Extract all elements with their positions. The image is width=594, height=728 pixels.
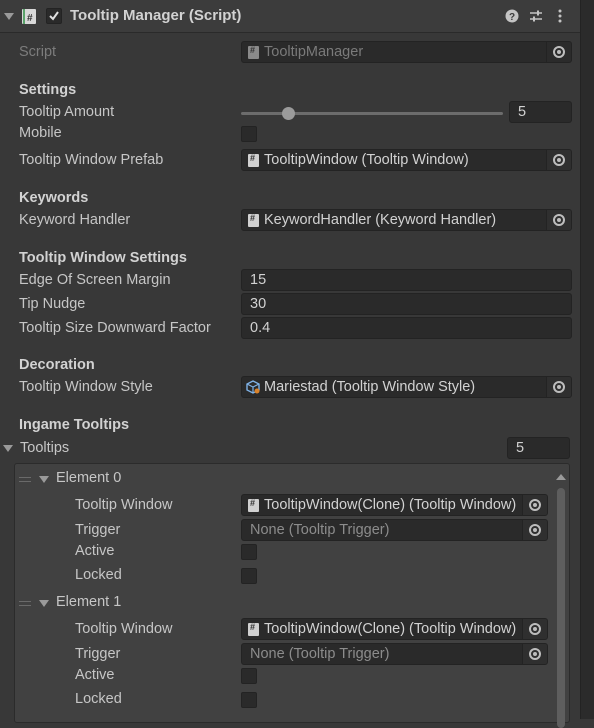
svg-text:?: ? [509, 12, 515, 23]
element-1-active-checkbox[interactable] [241, 668, 257, 684]
object-picker-icon [546, 42, 571, 62]
list-scrollbar[interactable] [554, 470, 568, 728]
size-factor-input[interactable]: 0.4 [241, 317, 572, 339]
element-1-trigger-field[interactable]: None (Tooltip Trigger) [241, 643, 548, 665]
element-0-trigger-field[interactable]: None (Tooltip Trigger) [241, 519, 548, 541]
script-file-icon [248, 45, 259, 59]
element-1-label[interactable]: Element 1 [56, 594, 121, 610]
element-0-locked-checkbox[interactable] [241, 568, 257, 584]
foldout-arrow-icon[interactable] [4, 13, 14, 20]
tip-nudge-input[interactable]: 30 [241, 293, 572, 315]
element-0-window-field[interactable]: TooltipWindow(Clone) (Tooltip Window) [241, 494, 548, 516]
size-factor-label: Tooltip Size Downward Factor [19, 320, 211, 336]
decoration-header: Decoration [19, 357, 95, 373]
window-style-label: Tooltip Window Style [19, 379, 153, 395]
prefab-label: Tooltip Window Prefab [19, 152, 164, 168]
prefab-field[interactable]: TooltipWindow (Tooltip Window) [241, 149, 572, 171]
size-factor-value: 0.4 [250, 320, 271, 336]
tooltip-amount-label: Tooltip Amount [19, 104, 115, 120]
script-file-icon [248, 213, 259, 227]
help-icon[interactable]: ? [505, 9, 519, 23]
element-0-window-label: Tooltip Window [75, 497, 173, 513]
object-picker-icon[interactable] [522, 644, 547, 664]
script-file-icon [248, 498, 259, 512]
tooltip-amount-input[interactable]: 5 [509, 101, 572, 123]
window-style-value: Mariestad (Tooltip Window Style) [264, 379, 476, 395]
script-field: TooltipManager [241, 41, 572, 63]
keyword-handler-field[interactable]: KeywordHandler (Keyword Handler) [241, 209, 572, 231]
element-1-window-value: TooltipWindow(Clone) (Tooltip Window) [264, 621, 517, 637]
element-1-trigger-label: Trigger [75, 646, 121, 662]
element-0-active-checkbox[interactable] [241, 544, 257, 560]
script-file-icon [248, 622, 259, 636]
tooltip-amount-value: 5 [518, 104, 527, 120]
settings-header: Settings [19, 82, 77, 98]
scriptable-object-icon [246, 380, 260, 394]
component-header: # Tooltip Manager (Script) ? [0, 0, 580, 33]
object-picker-icon[interactable] [546, 150, 571, 170]
window-settings-header: Tooltip Window Settings [19, 250, 187, 266]
tip-nudge-value: 30 [250, 296, 267, 312]
element-1-locked-label: Locked [75, 691, 122, 707]
element-0-locked-label: Locked [75, 567, 122, 583]
element-1-trigger-value: None (Tooltip Trigger) [250, 646, 390, 662]
component-enabled-checkbox[interactable] [46, 8, 62, 24]
list-scrollbar-thumb[interactable] [557, 488, 565, 728]
window-style-field[interactable]: Mariestad (Tooltip Window Style) [241, 376, 572, 398]
element-foldout-icon[interactable] [39, 476, 49, 483]
tip-nudge-label: Tip Nudge [19, 296, 86, 312]
object-picker-icon[interactable] [522, 520, 547, 540]
element-1-window-label: Tooltip Window [75, 621, 173, 637]
mobile-label: Mobile [19, 125, 62, 141]
checkmark-icon [49, 11, 59, 21]
object-picker-icon[interactable] [546, 377, 571, 397]
tooltips-list-label[interactable]: Tooltips [20, 440, 69, 456]
drag-handle-icon[interactable] [19, 601, 31, 606]
script-icon: # [22, 9, 36, 24]
element-0-active-label: Active [75, 543, 115, 559]
element-0-window-value: TooltipWindow(Clone) (Tooltip Window) [264, 497, 517, 513]
keyword-handler-label: Keyword Handler [19, 212, 131, 228]
drag-handle-icon[interactable] [19, 477, 31, 482]
object-picker-icon[interactable] [522, 619, 547, 639]
edge-margin-input[interactable]: 15 [241, 269, 572, 291]
edge-margin-value: 15 [250, 272, 267, 288]
tooltips-count-input[interactable]: 5 [507, 437, 570, 459]
presets-icon[interactable] [529, 9, 543, 23]
element-1-locked-checkbox[interactable] [241, 692, 257, 708]
script-value: TooltipManager [264, 44, 364, 60]
mobile-checkbox[interactable] [241, 126, 257, 142]
prefab-value: TooltipWindow (Tooltip Window) [264, 152, 469, 168]
svg-text:#: # [27, 13, 33, 24]
component-title: Tooltip Manager (Script) [70, 7, 242, 24]
element-1-window-field[interactable]: TooltipWindow(Clone) (Tooltip Window) [241, 618, 548, 640]
keyword-handler-value: KeywordHandler (Keyword Handler) [264, 212, 497, 228]
object-picker-icon[interactable] [546, 210, 571, 230]
tooltips-foldout-icon[interactable] [3, 445, 13, 452]
inspector-panel: # Tooltip Manager (Script) ? Script Tool… [0, 0, 580, 728]
element-0-label[interactable]: Element 0 [56, 470, 121, 486]
scroll-up-arrow-icon[interactable] [556, 474, 566, 480]
tooltip-amount-slider-thumb[interactable] [282, 107, 296, 120]
element-1-active-label: Active [75, 667, 115, 683]
tooltips-count-value: 5 [516, 440, 525, 456]
element-0-trigger-label: Trigger [75, 522, 121, 538]
inspector-scrollbar[interactable] [580, 0, 594, 719]
script-file-icon [248, 153, 259, 167]
ingame-header: Ingame Tooltips [19, 417, 130, 433]
object-picker-icon[interactable] [522, 495, 547, 515]
script-label: Script [19, 44, 57, 60]
tooltip-amount-slider-track[interactable] [241, 112, 503, 115]
element-0-trigger-value: None (Tooltip Trigger) [250, 522, 390, 538]
kebab-menu-icon[interactable] [556, 9, 564, 23]
element-foldout-icon[interactable] [39, 600, 49, 607]
keywords-header: Keywords [19, 190, 89, 206]
edge-margin-label: Edge Of Screen Margin [19, 272, 171, 288]
